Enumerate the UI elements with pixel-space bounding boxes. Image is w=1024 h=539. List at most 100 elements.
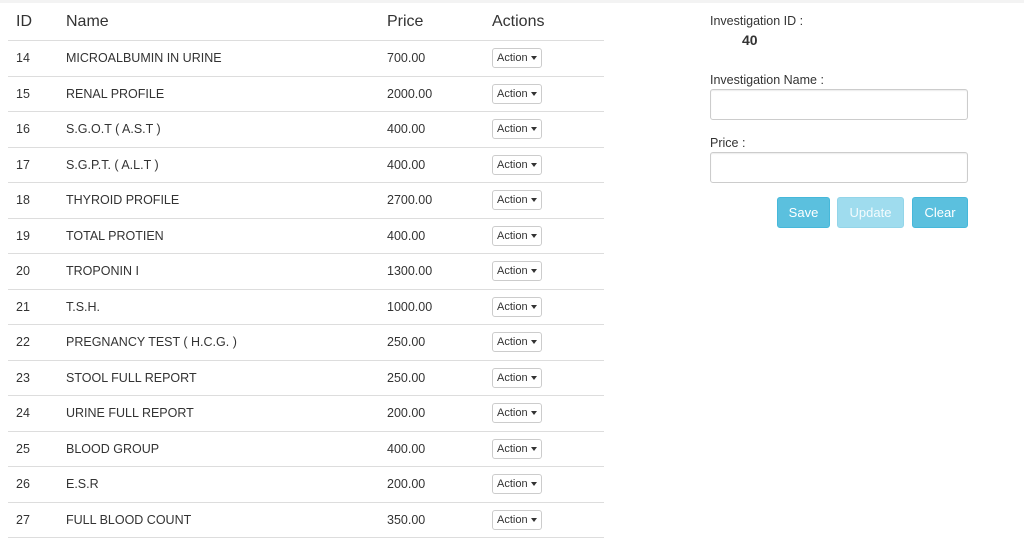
row-name-cell: S.G.O.T ( A.S.T ): [58, 111, 379, 148]
action-dropdown-label: Action: [497, 442, 528, 455]
table-row: 26 E.S.R 200.00 Action: [8, 466, 604, 503]
caret-down-icon: [530, 411, 537, 416]
update-button[interactable]: Update: [837, 197, 904, 228]
caret-down-icon: [530, 162, 537, 167]
row-actions-cell: Action: [484, 111, 604, 148]
action-dropdown-button[interactable]: Action: [492, 509, 542, 530]
row-price-cell: 1000.00: [379, 289, 484, 325]
table-row: 27 FULL BLOOD COUNT 350.00 Action: [8, 502, 604, 538]
investigation-id-label: Investigation ID :: [710, 14, 804, 28]
row-actions-cell: Action: [484, 182, 604, 219]
row-actions-cell: Action: [484, 466, 604, 503]
row-price-cell: 2700.00: [379, 182, 484, 219]
row-name-cell: TROPONIN I: [58, 253, 379, 290]
row-id-cell: 26: [8, 466, 58, 503]
action-dropdown-button[interactable]: Action: [492, 48, 542, 69]
caret-down-icon: [530, 340, 537, 345]
investigations-table: ID Name Price Actions 14 MICROALBUMIN IN …: [8, 4, 604, 538]
action-dropdown-label: Action: [497, 407, 528, 420]
row-name-cell: URINE FULL REPORT: [58, 395, 379, 432]
row-name-cell: E.S.R: [58, 466, 379, 503]
action-dropdown-label: Action: [497, 123, 528, 136]
action-dropdown-button[interactable]: Action: [492, 119, 542, 140]
table-row: 23 STOOL FULL REPORT 250.00 Action: [8, 360, 604, 396]
row-name-cell: THYROID PROFILE: [58, 182, 379, 219]
row-actions-cell: Action: [484, 289, 604, 325]
table-row: 24 URINE FULL REPORT 200.00 Action: [8, 395, 604, 432]
clear-button[interactable]: Clear: [912, 197, 968, 228]
row-id-cell: 19: [8, 218, 58, 254]
row-id-cell: 20: [8, 253, 58, 290]
header-id: ID: [8, 4, 58, 41]
row-name-cell: STOOL FULL REPORT: [58, 360, 379, 396]
header-name: Name: [58, 4, 379, 41]
row-price-cell: 400.00: [379, 218, 484, 254]
action-dropdown-label: Action: [497, 371, 528, 384]
action-dropdown-label: Action: [497, 229, 528, 242]
row-price-cell: 700.00: [379, 40, 484, 77]
row-name-cell: TOTAL PROTIEN: [58, 218, 379, 254]
row-price-cell: 250.00: [379, 324, 484, 361]
row-actions-cell: Action: [484, 324, 604, 361]
action-dropdown-button[interactable]: Action: [492, 367, 542, 388]
investigation-name-input[interactable]: [710, 89, 968, 120]
row-actions-cell: Action: [484, 218, 604, 254]
action-dropdown-label: Action: [497, 513, 528, 526]
row-id-cell: 15: [8, 76, 58, 112]
investigations-table-container: ID Name Price Actions 14 MICROALBUMIN IN …: [8, 4, 604, 538]
row-name-cell: T.S.H.: [58, 289, 379, 325]
action-dropdown-button[interactable]: Action: [492, 296, 542, 317]
top-divider: [0, 0, 1024, 3]
action-dropdown-button[interactable]: Action: [492, 474, 542, 495]
row-price-cell: 200.00: [379, 395, 484, 432]
row-id-cell: 14: [8, 40, 58, 77]
row-actions-cell: Action: [484, 502, 604, 538]
row-id-cell: 16: [8, 111, 58, 148]
caret-down-icon: [530, 56, 537, 61]
action-dropdown-label: Action: [497, 194, 528, 207]
price-input[interactable]: [710, 152, 968, 183]
investigation-name-label: Investigation Name :: [710, 73, 824, 87]
caret-down-icon: [530, 446, 537, 451]
row-id-cell: 17: [8, 147, 58, 183]
table-row: 22 PREGNANCY TEST ( H.C.G. ) 250.00 Action: [8, 324, 604, 361]
table-row: 19 TOTAL PROTIEN 400.00 Action: [8, 218, 604, 254]
row-actions-cell: Action: [484, 253, 604, 290]
save-button[interactable]: Save: [777, 197, 830, 228]
action-dropdown-button[interactable]: Action: [492, 261, 542, 282]
row-name-cell: MICROALBUMIN IN URINE: [58, 40, 379, 77]
action-dropdown-label: Action: [497, 158, 528, 171]
action-dropdown-button[interactable]: Action: [492, 154, 542, 175]
row-actions-cell: Action: [484, 147, 604, 183]
table-row: 15 RENAL PROFILE 2000.00 Action: [8, 76, 604, 112]
table-row: 20 TROPONIN I 1300.00 Action: [8, 253, 604, 290]
caret-down-icon: [530, 517, 537, 522]
action-dropdown-label: Action: [497, 336, 528, 349]
header-price: Price: [379, 4, 484, 41]
action-dropdown-button[interactable]: Action: [492, 225, 542, 246]
table-body: 14 MICROALBUMIN IN URINE 700.00 Action 15 REN…: [8, 40, 604, 538]
action-dropdown-label: Action: [497, 52, 528, 65]
action-dropdown-label: Action: [497, 300, 528, 313]
caret-down-icon: [530, 269, 537, 274]
table-row: 17 S.G.P.T. ( A.L.T ) 400.00 Action: [8, 147, 604, 183]
row-name-cell: RENAL PROFILE: [58, 76, 379, 112]
row-name-cell: S.G.P.T. ( A.L.T ): [58, 147, 379, 183]
action-dropdown-button[interactable]: Action: [492, 438, 542, 459]
row-price-cell: 250.00: [379, 360, 484, 396]
action-dropdown-label: Action: [497, 87, 528, 100]
table-header-row: ID Name Price Actions: [8, 4, 604, 41]
caret-down-icon: [530, 127, 537, 132]
action-dropdown-button[interactable]: Action: [492, 83, 542, 104]
row-actions-cell: Action: [484, 431, 604, 467]
row-price-cell: 2000.00: [379, 76, 484, 112]
action-dropdown-button[interactable]: Action: [492, 332, 542, 353]
row-actions-cell: Action: [484, 76, 604, 112]
row-price-cell: 400.00: [379, 147, 484, 183]
caret-down-icon: [530, 233, 537, 238]
action-dropdown-button[interactable]: Action: [492, 190, 542, 211]
row-id-cell: 22: [8, 324, 58, 361]
caret-down-icon: [530, 304, 537, 309]
action-dropdown-button[interactable]: Action: [492, 403, 542, 424]
table-row: 18 THYROID PROFILE 2700.00 Action: [8, 182, 604, 219]
